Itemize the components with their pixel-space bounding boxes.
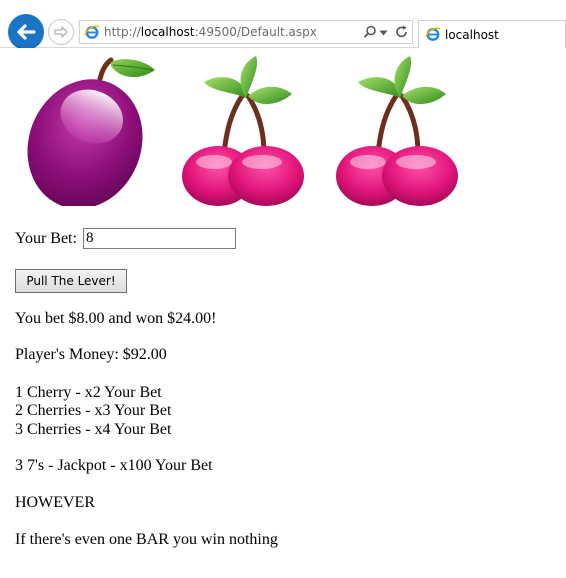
rule-jackpot: 3 7's - Jackpot - x100 Your Bet (15, 457, 213, 474)
back-arrow-icon (17, 24, 36, 40)
browser-tab[interactable]: localhost (418, 20, 566, 48)
tab-ie-icon (425, 27, 441, 41)
forward-arrow-icon (54, 26, 68, 38)
url-rest: :49500/Default.aspx (194, 25, 317, 39)
cherry-icon (336, 56, 458, 206)
page-content: Your Bet: Pull The Lever! You bet $8.00 … (0, 48, 566, 578)
bet-label: Your Bet: (15, 230, 77, 247)
rule-three-cherries: 3 Cherries - x4 Your Bet (15, 421, 172, 438)
tab-title: localhost (445, 28, 499, 42)
ie-icon (84, 25, 100, 39)
rule-bar: If there's even one BAR you win nothing (15, 531, 278, 548)
pull-lever-button[interactable]: Pull The Lever! (15, 269, 127, 293)
address-url: http://localhost:49500/Default.aspx (104, 25, 317, 39)
plum-icon (27, 57, 155, 206)
dropdown-icon[interactable] (379, 30, 388, 36)
rule-one-cherry: 1 Cherry - x2 Your Bet (15, 384, 162, 401)
slot-reel-1 (15, 54, 165, 206)
address-bar[interactable]: http://localhost:49500/Default.aspx (79, 20, 413, 44)
bet-input[interactable] (83, 228, 236, 249)
rule-however: HOWEVER (15, 494, 95, 511)
rule-two-cherries: 2 Cherries - x3 Your Bet (15, 402, 172, 419)
slot-reel-3 (322, 54, 472, 206)
refresh-icon[interactable] (395, 25, 409, 39)
player-money: Player's Money: $92.00 (15, 346, 167, 363)
slot-reel-2 (168, 54, 318, 206)
cherry-icon (182, 56, 304, 206)
search-icon[interactable] (363, 25, 377, 39)
url-prefix: http:// (104, 25, 141, 39)
result-message: You bet $8.00 and won $24.00! (15, 310, 217, 327)
browser-toolbar: http://localhost:49500/Default.aspx loca… (0, 0, 566, 50)
url-host: localhost (140, 25, 195, 39)
forward-button[interactable] (48, 19, 74, 45)
back-button[interactable] (8, 14, 44, 50)
